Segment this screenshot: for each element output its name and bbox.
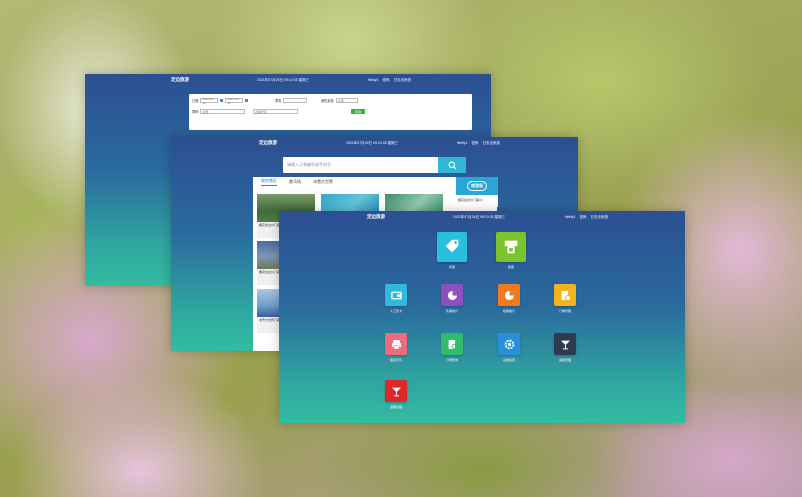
ticket-kind-field: 票种 全部 (192, 109, 246, 114)
app-order-manage[interactable]: 订单管理 (545, 284, 585, 313)
query-button[interactable]: 查询 (351, 109, 365, 114)
username[interactable]: Welly1 (368, 78, 378, 83)
scenic-select[interactable]: 选择景区 (253, 109, 298, 114)
date-range: 日期 2021-01-16 2021-12-31 (192, 97, 250, 105)
password-link[interactable]: 密码 (579, 215, 586, 220)
front-window-dashboard: 定边旅游 2021年07月28日 09:10:35 星期三 Welly1 密码 … (279, 211, 685, 423)
promo-logo: 旅游局 (456, 177, 498, 195)
app-sales-stats[interactable]: 售票统计 (432, 284, 472, 313)
app-sell-ticket[interactable]: 售票 (432, 232, 472, 269)
calendar-icon[interactable] (220, 99, 224, 102)
user-menu: Welly1 密码 日志出系统 (457, 141, 500, 146)
datetime: 2021年07月28日 09:10:35 星期三 (453, 214, 506, 219)
ticket-type-input[interactable] (283, 98, 308, 103)
datetime: 2021年07月28日 09:10:35 星期三 (346, 140, 399, 145)
print-icon (385, 333, 407, 355)
search-icon (448, 161, 456, 169)
username[interactable]: Welly1 (457, 141, 467, 146)
date-to-input[interactable]: 2021-12-31 (225, 97, 244, 105)
side-promo[interactable]: 旅游局 樱花谷全价门票(1) (456, 177, 498, 207)
topbar: 定边旅游 2021年07月28日 09:10:35 星期三 Welly1 密码 … (171, 137, 578, 149)
document-search-icon (441, 333, 463, 355)
app-title: 定边旅游 (367, 214, 385, 219)
app-report-print[interactable]: 报表打印 (376, 333, 416, 362)
cocktail-icon (554, 333, 576, 355)
document-gear-icon (554, 284, 576, 306)
tab-my-scenic[interactable]: 我的景区 (261, 178, 277, 186)
tab-ice-world[interactable]: 冰雪大世界 (313, 179, 333, 185)
datetime: 2021年07月28日 09:10:35 星期三 (257, 77, 310, 82)
app-refund-manage-2[interactable]: 退票管理 (376, 380, 416, 409)
user-menu: Welly1 密码 日志出系统 (565, 215, 608, 220)
date-from-input[interactable]: 2021-01-16 (200, 97, 219, 105)
channel-field: 销售渠道 全部 (321, 98, 358, 103)
tag-icon (437, 232, 467, 262)
topbar: 定边旅游 2021年07月28日 09:10:35 星期三 Welly1 密码 … (279, 211, 685, 223)
tab-horse-track[interactable]: 跑马场 (289, 179, 301, 185)
app-order-query[interactable]: 订单查询 (432, 333, 472, 362)
scenic-tabs: 我的景区 跑马场 冰雪大世界 (255, 177, 333, 187)
user-menu: Welly1 密码 日志出系统 (368, 78, 411, 83)
pie-chart-icon (498, 284, 520, 306)
username[interactable]: Welly1 (565, 215, 575, 220)
channel-select[interactable]: 全部 (335, 98, 358, 103)
order-search-input[interactable]: 请输入订单编号或手机号 (283, 157, 439, 173)
password-link[interactable]: 密码 (471, 141, 478, 146)
app-manual-card[interactable]: 人工售卡 (376, 284, 416, 313)
logout-link[interactable]: 日志出系统 (590, 215, 608, 220)
cocktail-icon (385, 380, 407, 402)
filter-panel: 日期 2021-01-16 2021-12-31 票类 销售渠道 全部 票种 全… (189, 94, 472, 150)
app-title: 定边旅游 (171, 77, 189, 82)
password-link[interactable]: 密码 (382, 78, 389, 83)
wallet-icon (385, 284, 407, 306)
ticket-type-field: 票类 (275, 98, 308, 103)
logout-link[interactable]: 日志出系统 (393, 78, 411, 83)
search-button[interactable] (438, 157, 466, 173)
app-system-settings[interactable]: 系统设置 (489, 333, 529, 362)
calendar-icon[interactable] (245, 99, 249, 102)
gear-icon (498, 333, 520, 355)
topbar: 定边旅游 2021年07月28日 09:10:35 星期三 Welly1 密码 … (85, 74, 491, 86)
app-refund-manage[interactable]: 退票管理 (545, 333, 585, 362)
app-title: 定边旅游 (259, 140, 277, 145)
pie-chart-icon (441, 284, 463, 306)
app-check-ticket[interactable]: 检票 (491, 232, 531, 269)
ticket-machine-icon (496, 232, 526, 262)
ticket-kind-select[interactable]: 全部 (200, 109, 246, 114)
logout-link[interactable]: 日志出系统 (482, 141, 500, 146)
app-check-stats[interactable]: 检票统计 (489, 284, 529, 313)
scenic-field: 选择景区 (253, 109, 298, 114)
